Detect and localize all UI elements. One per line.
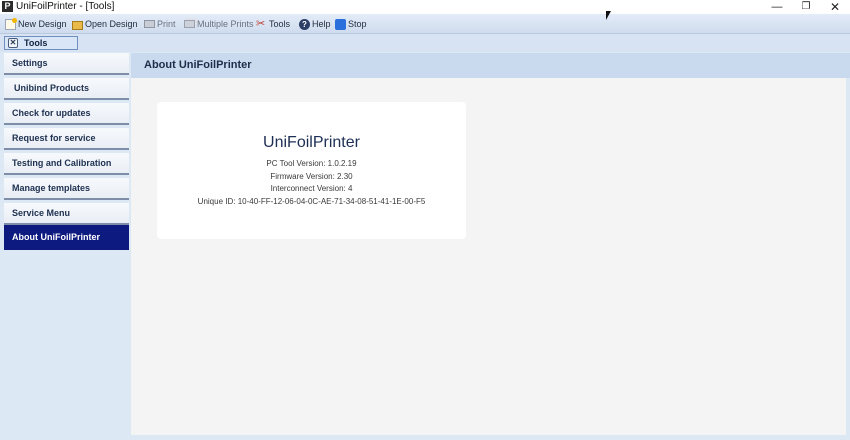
tools-button[interactable]: ✂ Tools	[256, 17, 290, 31]
multiple-printers-icon	[184, 20, 195, 28]
product-name: UniFoilPrinter	[263, 134, 360, 151]
sidebar-item-unibind-products[interactable]: Unibind Products	[4, 78, 129, 100]
tools-icon: ✂	[256, 17, 266, 30]
sidebar-item-manage-templates[interactable]: Manage templates	[4, 178, 129, 200]
window-title: UniFoilPrinter - [Tools]	[16, 1, 115, 12]
sidebar-item-label: Testing and Calibration	[12, 158, 112, 168]
title-bar: P UniFoilPrinter - [Tools] — ❐ ✕	[0, 0, 850, 14]
new-design-label: New Design	[18, 19, 67, 29]
sidebar-item-label: Unibind Products	[14, 83, 89, 93]
sidebar-item-check-for-updates[interactable]: Check for updates	[4, 103, 129, 125]
multiple-prints-label: Multiple Prints	[197, 19, 254, 29]
sidebar-item-label: Service Menu	[12, 208, 71, 218]
print-button[interactable]: Print	[144, 17, 176, 31]
maximize-button[interactable]: ❐	[791, 0, 821, 14]
pc-tool-version: PC Tool Version: 1.0.2.19	[266, 159, 357, 168]
sidebar-item-label: Check for updates	[12, 108, 91, 118]
sidebar-item-label: Settings	[12, 58, 48, 68]
tab-strip: ✕ Tools	[0, 34, 850, 52]
stop-icon	[335, 18, 346, 30]
help-button[interactable]: ? Help	[299, 17, 331, 31]
tools-label: Tools	[269, 19, 291, 29]
sidebar-item-label: Request for service	[12, 133, 96, 143]
sidebar-item-service-menu[interactable]: Service Menu	[4, 203, 129, 225]
help-label: Help	[312, 19, 331, 29]
tab-tools[interactable]: ✕ Tools	[4, 36, 78, 50]
print-label: Print	[157, 19, 176, 29]
stop-button[interactable]: Stop	[335, 17, 367, 31]
sidebar-item-label: About UniFoilPrinter	[12, 232, 100, 242]
unique-id: Unique ID: 10-40-FF-12-06-04-0C-AE-71-34…	[197, 197, 426, 206]
about-card: UniFoilPrinter PC Tool Version: 1.0.2.19…	[157, 102, 466, 239]
new-document-icon	[5, 17, 17, 30]
sidebar: Settings Unibind Products Check for upda…	[4, 53, 129, 440]
open-folder-icon	[72, 20, 83, 30]
stop-label: Stop	[348, 19, 367, 29]
multiple-prints-button[interactable]: Multiple Prints	[184, 17, 254, 31]
open-design-label: Open Design	[85, 19, 138, 29]
interconnect-version: Interconnect Version: 4	[270, 184, 353, 193]
tab-tools-label: Tools	[24, 38, 48, 48]
firmware-version: Firmware Version: 2.30	[270, 172, 353, 181]
sidebar-item-settings[interactable]: Settings	[4, 53, 129, 75]
app-icon: P	[2, 1, 13, 12]
toolbar: New Design Open Design Print Multiple Pr…	[0, 14, 850, 34]
sidebar-item-about[interactable]: About UniFoilPrinter	[4, 225, 129, 250]
close-window-button[interactable]: ✕	[820, 0, 850, 14]
sidebar-item-testing-and-calibration[interactable]: Testing and Calibration	[4, 153, 129, 175]
tab-close-icon[interactable]: ✕	[8, 38, 18, 48]
printer-icon	[144, 20, 155, 28]
open-design-button[interactable]: Open Design	[72, 17, 138, 31]
help-icon: ?	[299, 18, 310, 30]
new-design-button[interactable]: New Design	[5, 17, 67, 31]
minimize-button[interactable]: —	[762, 0, 792, 14]
mouse-cursor-icon	[606, 11, 611, 20]
sidebar-item-request-for-service[interactable]: Request for service	[4, 128, 129, 150]
page-title: About UniFoilPrinter	[131, 53, 850, 78]
sidebar-item-label: Manage templates	[12, 183, 91, 193]
